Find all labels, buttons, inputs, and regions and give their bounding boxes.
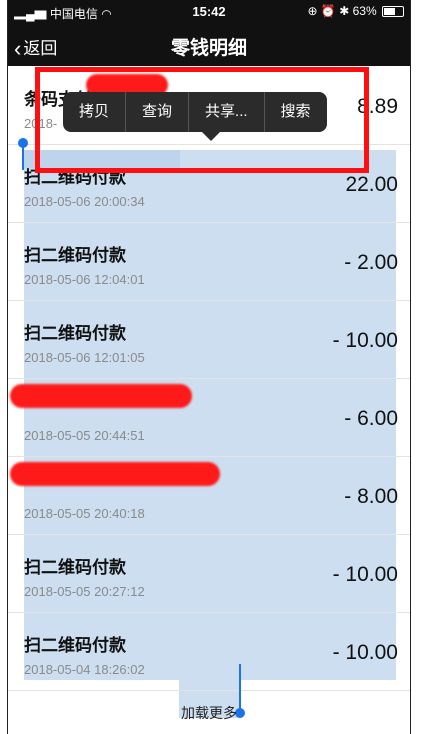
transaction-amount: - 10.00 <box>332 563 398 586</box>
annotation-box <box>35 67 369 173</box>
battery-icon <box>382 6 404 18</box>
redaction-mark <box>10 384 192 408</box>
transaction-date: 2018-05-06 12:04:01 <box>24 272 145 287</box>
phone-screen: ▂▄▆ 中国电信 ◠ 15:42 ⊕ ⏰ ✱ 63% ‹ 返回 零钱明细 条码支付… <box>7 0 411 734</box>
status-right: ⊕ ⏰ ✱ 63% <box>308 4 404 18</box>
list-item[interactable]: 扫二维码付款 2018-05-06 12:04:01 - 2.00 <box>8 222 410 301</box>
list-item[interactable]: 扫二维码付款 2018-05-05 20:27:12 - 10.00 <box>8 534 410 613</box>
transaction-amount: 22.00 <box>345 173 398 196</box>
transaction-name: 扫二维码付款 <box>24 636 126 655</box>
transaction-date: 2018-05-06 12:01:05 <box>24 350 145 365</box>
list-item[interactable]: 扫二维码付款 2018-05-04 18:26:02 - 10.00 <box>8 612 410 691</box>
handle-line <box>22 146 24 170</box>
selection-start-handle[interactable] <box>18 138 28 170</box>
transaction-name: 扫二维码付款 <box>24 246 126 265</box>
transaction-amount: - 10.00 <box>332 329 398 352</box>
transaction-date: 2018-05-05 20:27:12 <box>24 584 145 599</box>
battery-percent: 63% <box>352 4 377 18</box>
nav-bar: ‹ 返回 零钱明细 <box>8 22 410 66</box>
transaction-name: 扫二维码付款 <box>24 324 126 343</box>
alarm-icon: ⏰ <box>320 4 336 18</box>
transaction-amount: - 2.00 <box>344 251 398 274</box>
transaction-amount: - 10.00 <box>332 641 398 664</box>
transaction-date: 2018-05-05 20:40:18 <box>24 506 145 521</box>
lock-rotation-icon: ⊕ <box>307 4 318 18</box>
transaction-name: 扫二维码付款 <box>24 558 126 577</box>
list-item[interactable]: 扫二维码付款 2018-05-06 12:01:05 - 10.00 <box>8 300 410 379</box>
battery-fill <box>384 8 395 16</box>
transaction-date: 2018-05-05 20:44:51 <box>24 428 145 443</box>
transaction-amount: - 8.00 <box>344 485 398 508</box>
status-bar: ▂▄▆ 中国电信 ◠ 15:42 ⊕ ⏰ ✱ 63% <box>8 0 410 22</box>
redaction-mark <box>10 462 220 486</box>
load-more-button[interactable]: 加载更多 <box>8 703 410 723</box>
page-title: 零钱明细 <box>170 38 247 59</box>
transaction-amount: - 6.00 <box>344 407 398 430</box>
transaction-date: 2018-05-06 20:00:34 <box>24 194 145 209</box>
bluetooth-icon: ✱ <box>339 4 350 18</box>
transaction-date: 2018-05-04 18:26:02 <box>24 662 145 677</box>
